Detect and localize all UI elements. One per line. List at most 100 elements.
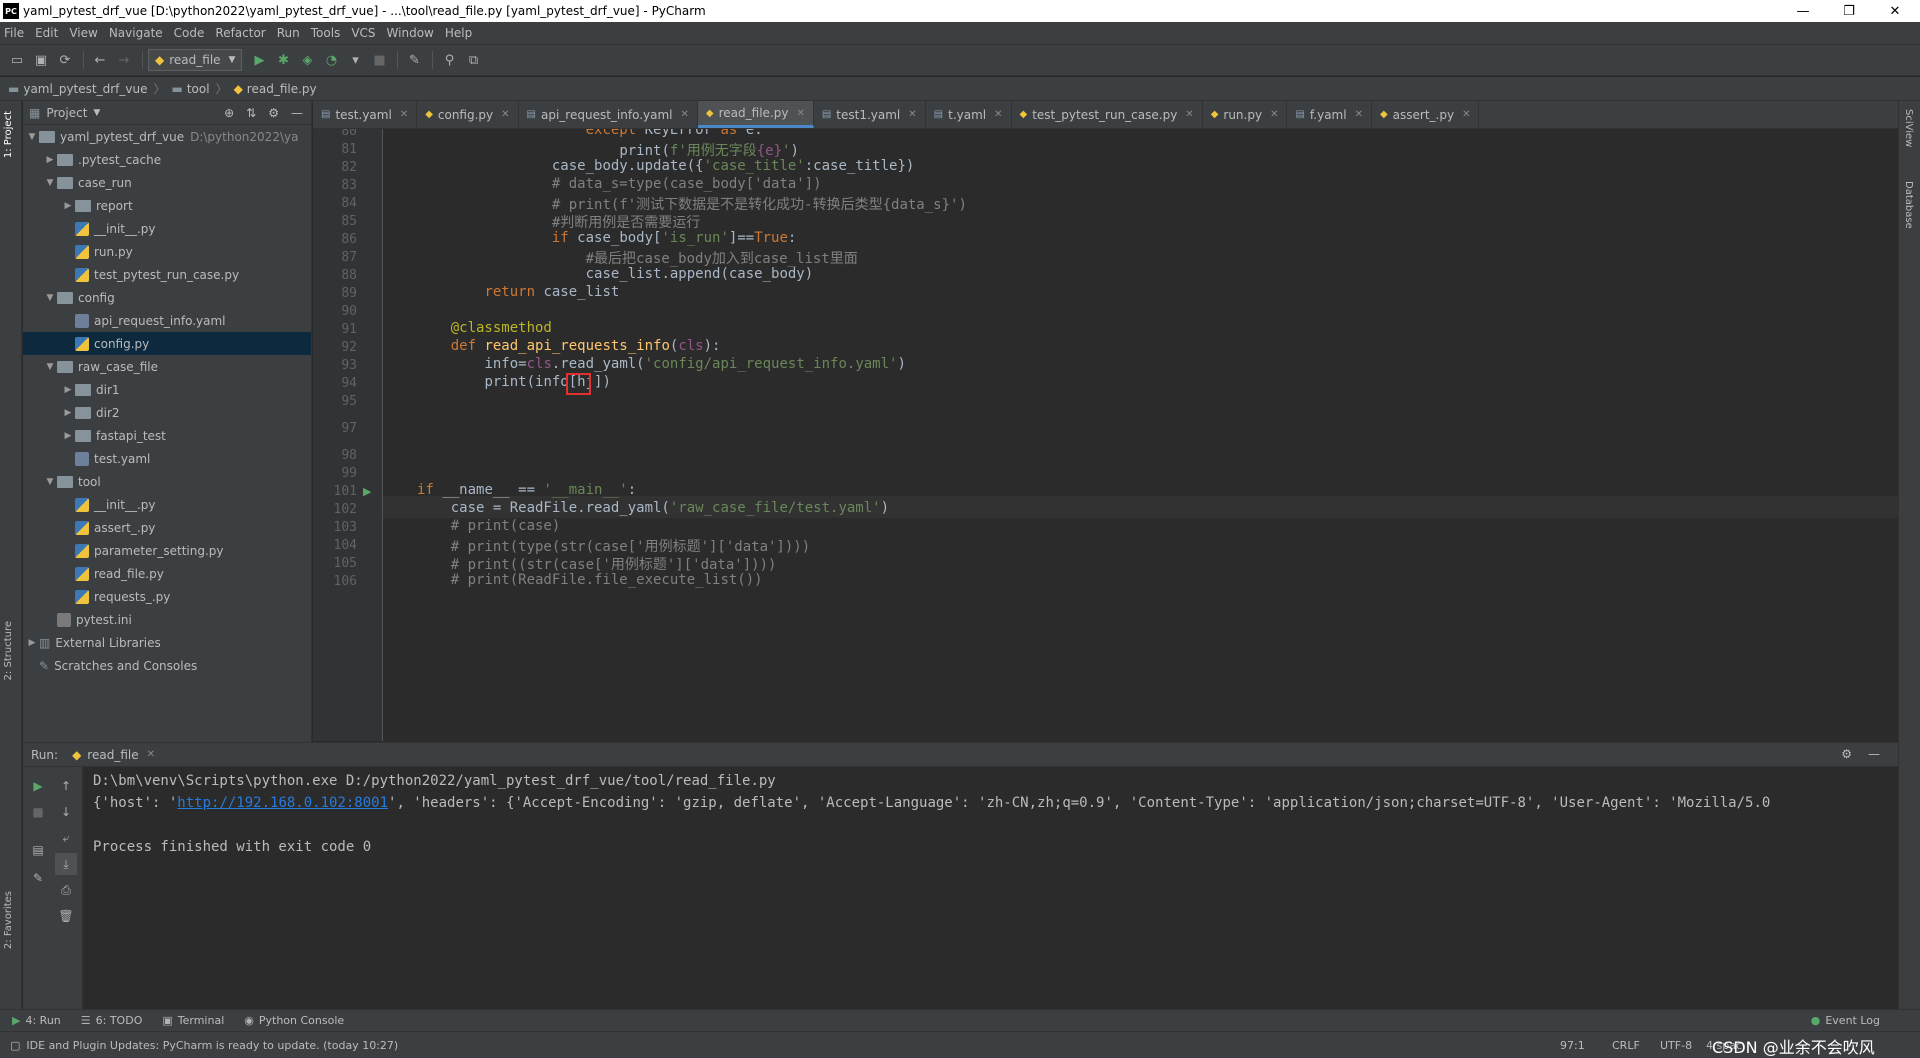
profile-icon[interactable]: ◔ — [320, 49, 342, 71]
menu-item-edit[interactable]: Edit — [35, 26, 58, 40]
menu-item-refactor[interactable]: Refactor — [215, 26, 265, 40]
tree-item[interactable]: ▶ report — [23, 194, 311, 217]
menu-item-vcs[interactable]: VCS — [351, 26, 375, 40]
pin-icon[interactable]: ✎ — [27, 867, 49, 889]
layout-icon[interactable]: ▤ — [27, 839, 49, 861]
editor-tab[interactable]: ▤ test.yaml ✕ — [313, 101, 418, 128]
tree-item[interactable]: __init__.py — [23, 493, 311, 516]
editor-tab[interactable]: ◆ read_file.py ✕ — [697, 101, 814, 128]
close-tab-icon[interactable]: ✕ — [994, 109, 1002, 120]
run-configuration-select[interactable]: ◆ read_file ▼ — [148, 49, 243, 71]
soft-wrap-icon[interactable]: ⤶ — [55, 827, 77, 849]
project-panel-title[interactable]: Project — [46, 106, 87, 120]
database-tool-button[interactable]: Database — [1903, 181, 1914, 229]
expand-arrow-icon[interactable]: ▼ — [43, 477, 57, 487]
breadcrumb-folder[interactable]: tool — [187, 82, 210, 96]
search-icon[interactable]: ⚲ — [438, 49, 460, 71]
back-icon[interactable]: ← — [89, 49, 111, 71]
close-tab-icon[interactable]: ✕ — [796, 108, 804, 119]
wrench-icon[interactable]: ✎ — [403, 49, 425, 71]
menu-item-navigate[interactable]: Navigate — [109, 26, 163, 40]
close-button[interactable]: ✕ — [1872, 0, 1918, 22]
up-icon[interactable]: ↑ — [55, 775, 77, 797]
tree-item[interactable]: ▼ raw_case_file — [23, 355, 311, 378]
down-icon[interactable]: ↓ — [55, 801, 77, 823]
tree-item[interactable]: test.yaml — [23, 447, 311, 470]
file-encoding[interactable]: UTF-8 — [1660, 1039, 1692, 1052]
close-tab-icon[interactable]: ✕ — [681, 109, 689, 120]
tree-item[interactable]: __init__.py — [23, 217, 311, 240]
close-tab-icon[interactable]: ✕ — [1355, 109, 1363, 120]
tree-item[interactable]: ▶ .pytest_cache — [23, 148, 311, 171]
tree-item[interactable]: ▶ ▥ External Libraries — [23, 631, 311, 654]
expand-arrow-icon[interactable]: ▶ — [43, 155, 57, 165]
tree-item[interactable]: api_request_info.yaml — [23, 309, 311, 332]
editor-tab[interactable]: ◆ test_pytest_run_case.py ✕ — [1012, 101, 1203, 128]
locate-icon[interactable]: ⊕ — [224, 106, 234, 120]
tree-item[interactable]: requests_.py — [23, 585, 311, 608]
run-icon[interactable]: ▶ — [248, 49, 270, 71]
expand-arrow-icon[interactable]: ▼ — [43, 362, 57, 372]
editor-tab[interactable]: ▤ api_request_info.yaml ✕ — [519, 101, 698, 128]
vcs-icon[interactable]: ⧉ — [462, 49, 484, 71]
rerun-icon[interactable]: ▶ — [27, 775, 49, 797]
tree-root[interactable]: ▼ yaml_pytest_drf_vue D:\python2022\ya — [23, 125, 311, 148]
bottom-tab[interactable]: ◉ Python Console — [244, 1014, 344, 1027]
run-tab-label[interactable]: read_file — [87, 748, 138, 762]
expand-arrow-icon[interactable]: ▶ — [61, 431, 75, 441]
sync-icon[interactable]: ⟳ — [54, 49, 76, 71]
maximize-button[interactable]: ❐ — [1826, 0, 1872, 22]
menu-item-tools[interactable]: Tools — [311, 26, 341, 40]
tree-item[interactable]: pytest.ini — [23, 608, 311, 631]
expand-arrow-icon[interactable]: ▶ — [61, 385, 75, 395]
editor-tab[interactable]: ▤ t.yaml ✕ — [926, 101, 1012, 128]
status-message[interactable]: IDE and Plugin Updates: PyCharm is ready… — [26, 1039, 398, 1052]
open-folder-icon[interactable]: ▭ — [6, 49, 28, 71]
expand-arrow-icon[interactable]: ▶ — [61, 408, 75, 418]
close-tab-icon[interactable]: ✕ — [400, 109, 408, 120]
tree-item[interactable]: ▼ tool — [23, 470, 311, 493]
minimize-button[interactable]: — — [1780, 0, 1826, 22]
menu-item-run[interactable]: Run — [277, 26, 300, 40]
caret-position[interactable]: 97:1 — [1560, 1039, 1585, 1052]
editor-tab[interactable]: ◆ run.py ✕ — [1203, 101, 1288, 128]
project-tool-button[interactable]: 1: Project — [3, 111, 14, 158]
debug-icon[interactable]: ✱ — [272, 49, 294, 71]
event-log-button[interactable]: ● Event Log — [1811, 1014, 1880, 1027]
line-separator[interactable]: CRLF — [1612, 1039, 1640, 1052]
breadcrumb-file[interactable]: read_file.py — [247, 82, 317, 96]
expand-arrow-icon[interactable]: ▼ — [25, 132, 39, 142]
close-tab-icon[interactable]: ✕ — [1462, 109, 1470, 120]
forward-icon[interactable]: → — [113, 49, 135, 71]
tree-item[interactable]: config.py — [23, 332, 311, 355]
structure-tool-button[interactable]: 2: Structure — [3, 621, 14, 680]
save-icon[interactable]: ▣ — [30, 49, 52, 71]
breadcrumb-root[interactable]: yaml_pytest_drf_vue — [23, 82, 147, 96]
menu-item-file[interactable]: File — [4, 26, 24, 40]
editor-tab[interactable]: ▤ test1.yaml ✕ — [814, 101, 926, 128]
host-link[interactable]: http://192.168.0.102:8001 — [177, 795, 388, 811]
concurrency-icon[interactable]: ▾ — [344, 49, 366, 71]
coverage-icon[interactable]: ◈ — [296, 49, 318, 71]
gear-icon[interactable]: ⚙ — [1841, 747, 1852, 761]
menu-item-view[interactable]: View — [69, 26, 97, 40]
tree-item[interactable]: ▶ dir2 — [23, 401, 311, 424]
expand-arrow-icon[interactable]: ▼ — [43, 178, 57, 188]
collapse-icon[interactable]: ⇅ — [246, 106, 256, 120]
close-tab-icon[interactable]: ✕ — [501, 109, 509, 120]
hide-icon[interactable]: — — [1868, 747, 1880, 761]
editor-tab[interactable]: ◆ assert_.py ✕ — [1372, 101, 1480, 128]
scroll-to-end-icon[interactable]: ⤓ — [55, 853, 77, 875]
close-tab-icon[interactable]: ✕ — [908, 109, 916, 120]
chevron-down-icon[interactable]: ▼ — [93, 108, 100, 118]
console-output[interactable]: D:\bm\venv\Scripts\python.exe D:/python2… — [93, 773, 1898, 861]
tree-item[interactable]: assert_.py — [23, 516, 311, 539]
expand-arrow-icon[interactable]: ▶ — [61, 201, 75, 211]
editor-tab[interactable]: ◆ config.py ✕ — [417, 101, 519, 128]
bottom-tab[interactable]: ☰ 6: TODO — [81, 1014, 143, 1027]
hide-icon[interactable]: — — [291, 106, 303, 120]
close-tab-icon[interactable]: ✕ — [1185, 109, 1193, 120]
tree-item[interactable]: test_pytest_run_case.py — [23, 263, 311, 286]
run-gutter-icon[interactable]: ▶ — [363, 485, 371, 498]
tree-item[interactable]: ▼ case_run — [23, 171, 311, 194]
